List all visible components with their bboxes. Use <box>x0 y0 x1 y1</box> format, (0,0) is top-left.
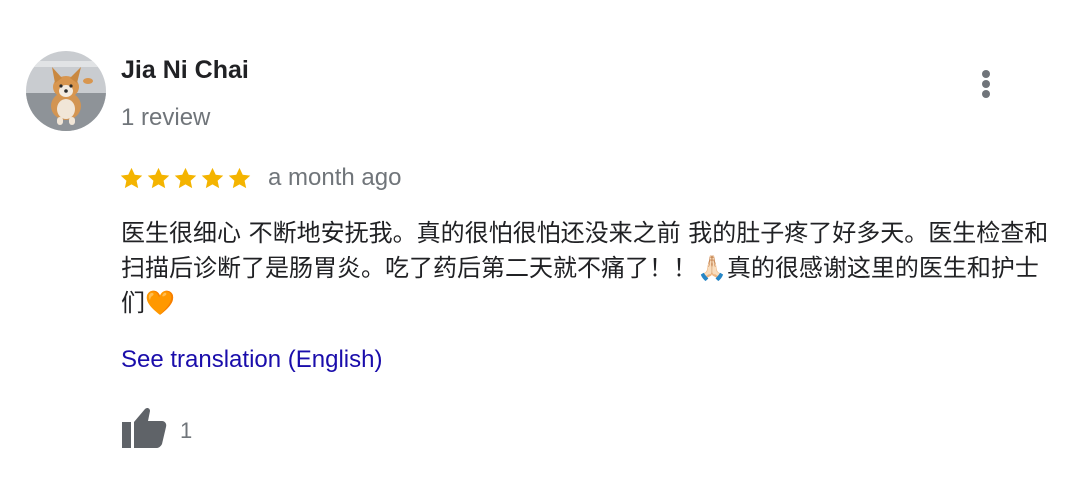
more-vertical-icon-dot <box>982 80 990 88</box>
corgi-avatar-image <box>26 51 106 131</box>
more-vertical-icon <box>982 70 990 78</box>
star-icon <box>201 167 224 188</box>
star-icon <box>120 167 143 188</box>
thumbs-up-icon <box>122 407 167 448</box>
more-vertical-icon-dot <box>982 90 990 98</box>
reviewer-avatar[interactable] <box>26 51 106 131</box>
star-icon <box>228 167 251 188</box>
rating-row: a month ago <box>119 160 401 196</box>
like-count: 1 <box>180 418 193 443</box>
reviewer-name[interactable]: Jia Ni Chai <box>121 56 249 85</box>
more-options-button[interactable] <box>966 60 1006 106</box>
like-button[interactable] <box>119 404 169 450</box>
star-icon <box>174 167 197 188</box>
star-icon <box>147 167 170 188</box>
review-time: a month ago <box>268 164 402 191</box>
star-rating <box>119 166 252 191</box>
see-translation-link[interactable]: See translation (English) <box>121 346 382 374</box>
review-text: 医生很细心 不断地安抚我。真的很怕很怕还没来之前 我的肚子疼了好多天。医生检查和… <box>121 219 1049 317</box>
review-count: 1 review <box>121 104 211 131</box>
